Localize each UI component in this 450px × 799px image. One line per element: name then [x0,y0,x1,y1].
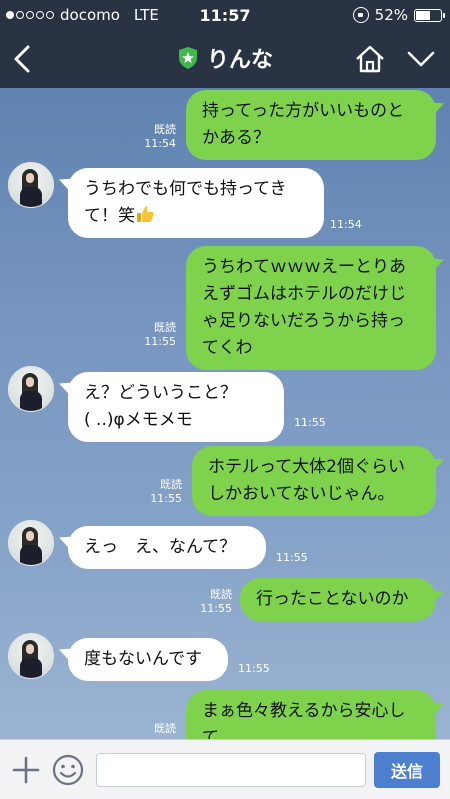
emoji-icon[interactable] [52,754,84,786]
message-bubble-received[interactable]: うちわでも何でも持ってき て！笑 [68,168,324,238]
message-time: 11:54 [144,137,176,150]
message-bubble-sent[interactable]: 行ったことないのか [240,578,436,621]
chevron-down-icon[interactable] [406,48,436,70]
avatar[interactable] [8,633,54,679]
send-button[interactable]: 送信 [374,752,440,788]
battery-percent: 52% [374,6,408,24]
read-receipt: 既読 [154,722,176,735]
message-bubble-received[interactable]: え？どういうこと？ ( ..)φメモメモ [68,372,284,442]
read-receipt: 既読 [154,123,176,136]
read-receipt: 既読 [154,321,176,334]
message-bubble-sent[interactable]: まぁ色々教えるから安心し て [186,690,436,739]
message-meta: 既読 11:55 [146,478,182,506]
message-meta: 既読 11:55 [196,588,232,616]
message-meta: 既読 11:54 [140,123,176,151]
message-time: 11:55 [150,492,182,505]
battery-icon [414,8,445,22]
home-icon[interactable] [354,44,386,74]
avatar[interactable] [8,520,54,566]
avatar[interactable] [8,366,54,412]
message-time: 11:55 [276,551,308,564]
chat-message-list[interactable]: 持ってった方がいいものと かある？ 既読 11:54 うちわでも何でも持ってき … [0,88,450,739]
message-bubble-received[interactable]: 度もないんです [68,638,228,681]
message-bubble-sent[interactable]: ホテルって大体2個ぐらい しかおいてないじゃん。 [192,446,436,516]
chat-header: りんな [0,30,450,88]
avatar[interactable] [8,162,54,208]
message-time: 11:55 [144,335,176,348]
read-receipt: 既読 [160,478,182,491]
message-input-bar: 送信 [0,739,450,799]
message-time: 11:55 [238,662,270,675]
status-bar: docomo LTE 11:57 52% [0,0,450,30]
contact-name: りんな [206,48,273,73]
thumbs-up-icon [137,206,154,222]
message-time: 11:55 [294,416,326,429]
message-time: 11:54 [330,218,362,231]
message-input[interactable] [96,753,366,787]
message-bubble-received[interactable]: えっ え、なんて？ [68,526,266,569]
plus-icon[interactable] [12,756,40,784]
message-meta: 既読 11:55 [140,321,176,349]
official-shield-icon [178,47,197,69]
message-bubble-sent[interactable]: 持ってった方がいいものと かある？ [186,90,436,160]
message-time: 11:55 [200,602,232,615]
rotation-lock-icon [352,7,369,23]
read-receipt: 既読 [210,588,232,601]
message-bubble-sent[interactable]: うちわてｗｗｗえーとりあ えずゴムはホテルのだけじ ゃ足りないだろうから持っ て… [186,246,436,370]
message-meta: 既読 [140,722,176,736]
